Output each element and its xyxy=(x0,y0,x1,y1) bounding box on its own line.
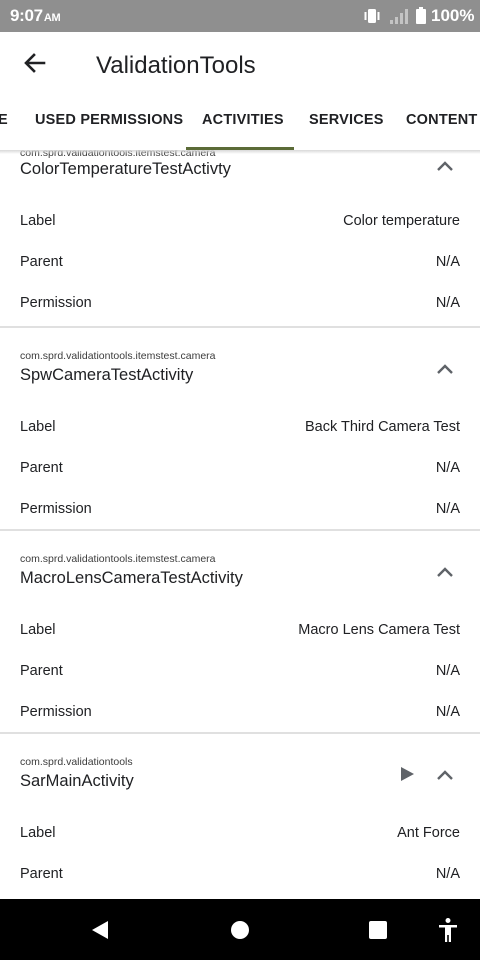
tab-bar-shadow xyxy=(0,150,480,154)
parent-field-value: N/A xyxy=(435,460,460,476)
status-bar: 9:07AM 100% xyxy=(0,0,480,32)
permission-field-label: Permission xyxy=(20,501,92,517)
signal-icon xyxy=(390,9,408,24)
parent-field-value: N/A xyxy=(435,254,460,270)
activity-name: SarMainActivity xyxy=(20,772,134,790)
arrow-back-icon[interactable] xyxy=(16,46,52,82)
battery-percent: 100% xyxy=(431,6,475,25)
accessibility-icon[interactable] xyxy=(436,917,460,943)
parent-field-label: Parent xyxy=(20,460,63,476)
activity-card: com.sprd.validationtools SarMainActivity… xyxy=(0,756,480,899)
activity-name: ColorTemperatureTestActivty xyxy=(20,160,231,178)
parent-field-label: Parent xyxy=(20,254,63,270)
nav-home-icon[interactable] xyxy=(229,919,251,941)
activity-package: com.sprd.validationtools xyxy=(20,756,133,768)
label-field-label: Label xyxy=(20,213,56,229)
activity-card: com.sprd.validationtools.itemstest.camer… xyxy=(0,350,480,553)
system-nav-bar xyxy=(0,899,480,960)
chevron-up-icon[interactable] xyxy=(430,357,460,381)
card-divider xyxy=(0,326,480,328)
activity-card: com.sprd.validationtools.itemstest.camer… xyxy=(0,150,480,350)
permission-field-label: Permission xyxy=(20,295,92,311)
status-time-ampm: AM xyxy=(43,12,61,24)
activity-list: com.sprd.validationtools.itemstest.camer… xyxy=(0,150,480,899)
label-field-label: Label xyxy=(20,622,56,638)
activity-name: SpwCameraTestActivity xyxy=(20,366,194,384)
card-divider xyxy=(0,732,480,734)
permission-field-label: Permission xyxy=(20,704,92,720)
parent-field-value: N/A xyxy=(435,866,460,882)
tab-content-providers[interactable]: CONTENT P xyxy=(406,112,480,128)
tab-services[interactable]: SERVICES xyxy=(309,112,384,128)
label-field-label: Label xyxy=(20,419,56,435)
battery-icon xyxy=(416,7,426,24)
nav-back-icon[interactable] xyxy=(88,918,112,942)
tab-bar: E USED PERMISSIONS ACTIVITIES SERVICES C… xyxy=(0,100,480,150)
app-screen: 9:07AM 100% ValidationTools E USED PERMI… xyxy=(0,0,480,960)
label-field-value: Back Third Camera Test xyxy=(305,419,460,435)
parent-field-label: Parent xyxy=(20,866,63,882)
chevron-up-icon[interactable] xyxy=(430,763,460,787)
label-field-value: Color temperature xyxy=(343,213,460,229)
vibrate-icon xyxy=(364,9,380,23)
chevron-up-icon[interactable] xyxy=(430,560,460,584)
label-field-label: Label xyxy=(20,825,56,841)
card-divider xyxy=(0,529,480,531)
page-title: ValidationTools xyxy=(96,52,256,79)
parent-field-value: N/A xyxy=(435,663,460,679)
tab-used-permissions[interactable]: USED PERMISSIONS xyxy=(35,112,183,128)
play-icon[interactable] xyxy=(396,763,418,785)
label-field-value: Ant Force xyxy=(397,825,460,841)
status-time-value: 9:07 xyxy=(10,6,43,25)
activity-package: com.sprd.validationtools.itemstest.camer… xyxy=(20,350,216,362)
tab-activities[interactable]: ACTIVITIES xyxy=(202,112,284,128)
parent-field-label: Parent xyxy=(20,663,63,679)
permission-field-value: N/A xyxy=(435,295,460,311)
permission-field-value: N/A xyxy=(435,704,460,720)
status-time: 9:07AM xyxy=(10,6,61,26)
activity-name: MacroLensCameraTestActivity xyxy=(20,569,243,587)
activity-package: com.sprd.validationtools.itemstest.camer… xyxy=(20,553,216,565)
nav-recents-icon[interactable] xyxy=(367,919,389,941)
permission-field-value: N/A xyxy=(435,501,460,517)
label-field-value: Macro Lens Camera Test xyxy=(298,622,460,638)
activity-card: com.sprd.validationtools.itemstest.camer… xyxy=(0,553,480,756)
tab-partial-left[interactable]: E xyxy=(0,112,8,128)
app-bar: ValidationTools xyxy=(0,32,480,100)
chevron-up-icon[interactable] xyxy=(430,154,460,178)
